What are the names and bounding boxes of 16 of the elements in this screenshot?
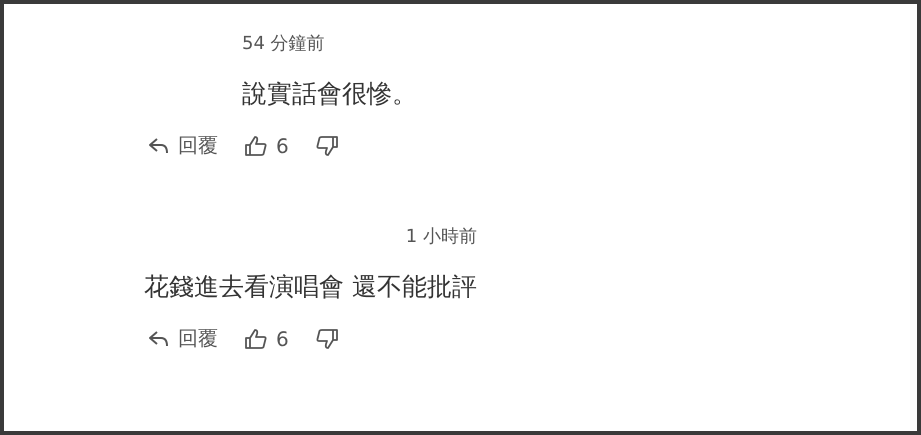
like-button[interactable]: 6 bbox=[244, 134, 289, 158]
like-button[interactable]: 6 bbox=[244, 326, 289, 350]
reply-button[interactable]: 回覆 bbox=[148, 325, 218, 352]
reply-arrow-icon bbox=[148, 136, 170, 154]
thumbs-up-icon bbox=[244, 134, 268, 156]
dislike-button[interactable] bbox=[314, 328, 339, 350]
comment-text: 花錢進去看演唱會 還不能批評 bbox=[144, 271, 477, 303]
thumbs-up-icon bbox=[244, 328, 268, 350]
dislike-button[interactable] bbox=[314, 134, 339, 156]
thumbs-down-icon bbox=[314, 134, 339, 156]
comment-timestamp: 54 分鐘前 bbox=[242, 32, 325, 56]
reply-arrow-icon bbox=[148, 330, 170, 348]
thumbs-down-icon bbox=[314, 328, 339, 350]
comment-timestamp: 1 小時前 bbox=[406, 225, 477, 249]
reply-button[interactable]: 回覆 bbox=[148, 132, 218, 159]
comment-text: 說實話會很慘。 bbox=[242, 78, 417, 110]
